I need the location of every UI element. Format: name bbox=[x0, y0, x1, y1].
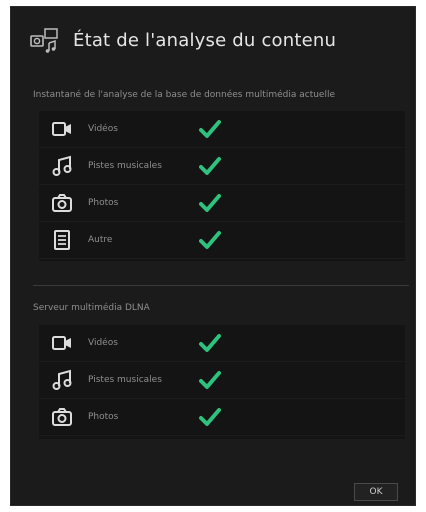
dialog-header: État de l'analyse du contenu bbox=[29, 27, 336, 53]
item-label-photos: Photos bbox=[88, 198, 119, 208]
check-icon bbox=[199, 230, 221, 250]
dialog-title: État de l'analyse du contenu bbox=[73, 29, 337, 51]
video-camera-icon bbox=[51, 332, 73, 354]
camera-icon bbox=[51, 406, 73, 428]
db-snapshot-panel: Vidéos Pistes musicales Photos Autre bbox=[39, 111, 405, 261]
item-label-other: Autre bbox=[88, 235, 113, 245]
section-label-db-snapshot: Instantané de l'analyse de la base de do… bbox=[33, 90, 336, 100]
section-divider bbox=[33, 285, 409, 286]
check-icon bbox=[199, 370, 221, 390]
item-label-videos: Vidéos bbox=[88, 124, 118, 134]
media-scan-icon bbox=[29, 27, 59, 53]
document-icon bbox=[51, 229, 73, 251]
item-label-photos: Photos bbox=[88, 412, 119, 422]
list-item: Vidéos bbox=[39, 111, 405, 148]
list-item: Vidéos bbox=[39, 325, 405, 362]
ok-button[interactable]: OK bbox=[354, 483, 398, 501]
check-icon bbox=[199, 407, 221, 427]
check-icon bbox=[199, 333, 221, 353]
dlna-panel: Vidéos Pistes musicales Photos bbox=[39, 325, 405, 439]
check-icon bbox=[199, 119, 221, 139]
camera-icon bbox=[51, 192, 73, 214]
music-note-icon bbox=[51, 369, 73, 391]
section-label-dlna: Serveur multimédia DLNA bbox=[33, 303, 150, 313]
check-icon bbox=[199, 193, 221, 213]
list-item: Autre bbox=[39, 222, 405, 259]
list-item: Photos bbox=[39, 399, 405, 436]
item-label-music: Pistes musicales bbox=[88, 161, 162, 171]
check-icon bbox=[199, 156, 221, 176]
content-analysis-dialog: État de l'analyse du contenu Instantané … bbox=[10, 6, 416, 506]
music-note-icon bbox=[51, 155, 73, 177]
list-item: Pistes musicales bbox=[39, 148, 405, 185]
list-item: Photos bbox=[39, 185, 405, 222]
item-label-videos: Vidéos bbox=[88, 338, 118, 348]
item-label-music: Pistes musicales bbox=[88, 375, 162, 385]
video-camera-icon bbox=[51, 118, 73, 140]
list-item: Pistes musicales bbox=[39, 362, 405, 399]
